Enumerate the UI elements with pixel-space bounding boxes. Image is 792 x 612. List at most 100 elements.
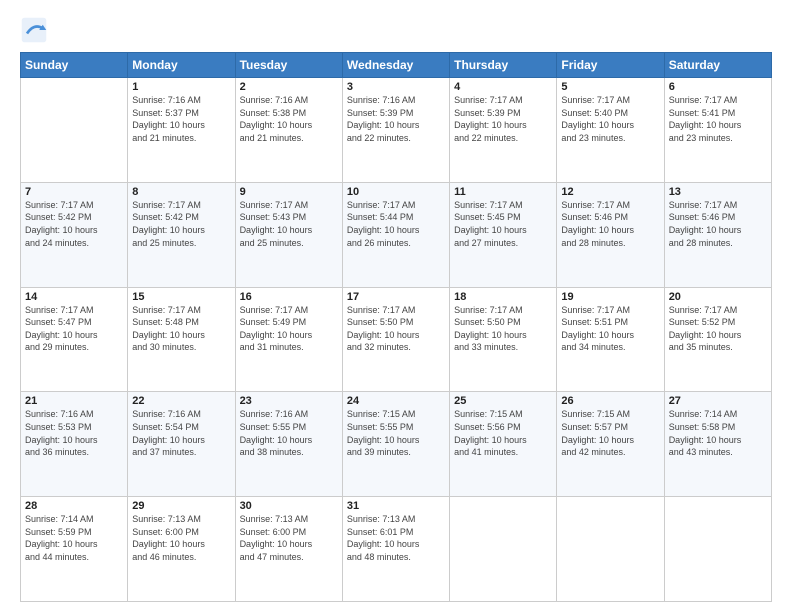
- day-header-monday: Monday: [128, 53, 235, 78]
- calendar-cell: 26Sunrise: 7:15 AM Sunset: 5:57 PM Dayli…: [557, 392, 664, 497]
- day-number: 31: [347, 500, 445, 512]
- calendar-cell: 11Sunrise: 7:17 AM Sunset: 5:45 PM Dayli…: [450, 182, 557, 287]
- day-number: 11: [454, 186, 552, 198]
- calendar-header-row: SundayMondayTuesdayWednesdayThursdayFrid…: [21, 53, 772, 78]
- calendar-cell: 14Sunrise: 7:17 AM Sunset: 5:47 PM Dayli…: [21, 287, 128, 392]
- day-number: 14: [25, 291, 123, 303]
- day-info: Sunrise: 7:13 AM Sunset: 6:01 PM Dayligh…: [347, 513, 445, 563]
- day-info: Sunrise: 7:17 AM Sunset: 5:48 PM Dayligh…: [132, 304, 230, 354]
- week-row-5: 28Sunrise: 7:14 AM Sunset: 5:59 PM Dayli…: [21, 497, 772, 602]
- day-number: 26: [561, 395, 659, 407]
- calendar-cell: 29Sunrise: 7:13 AM Sunset: 6:00 PM Dayli…: [128, 497, 235, 602]
- day-info: Sunrise: 7:14 AM Sunset: 5:59 PM Dayligh…: [25, 513, 123, 563]
- day-info: Sunrise: 7:17 AM Sunset: 5:42 PM Dayligh…: [132, 199, 230, 249]
- day-info: Sunrise: 7:15 AM Sunset: 5:56 PM Dayligh…: [454, 408, 552, 458]
- calendar-table: SundayMondayTuesdayWednesdayThursdayFrid…: [20, 52, 772, 602]
- day-header-saturday: Saturday: [664, 53, 771, 78]
- calendar-cell: 15Sunrise: 7:17 AM Sunset: 5:48 PM Dayli…: [128, 287, 235, 392]
- day-info: Sunrise: 7:17 AM Sunset: 5:50 PM Dayligh…: [454, 304, 552, 354]
- day-number: 29: [132, 500, 230, 512]
- day-header-wednesday: Wednesday: [342, 53, 449, 78]
- day-number: 25: [454, 395, 552, 407]
- day-number: 15: [132, 291, 230, 303]
- calendar-cell: 22Sunrise: 7:16 AM Sunset: 5:54 PM Dayli…: [128, 392, 235, 497]
- calendar-cell: 19Sunrise: 7:17 AM Sunset: 5:51 PM Dayli…: [557, 287, 664, 392]
- day-number: 20: [669, 291, 767, 303]
- week-row-3: 14Sunrise: 7:17 AM Sunset: 5:47 PM Dayli…: [21, 287, 772, 392]
- day-info: Sunrise: 7:17 AM Sunset: 5:52 PM Dayligh…: [669, 304, 767, 354]
- calendar-cell: 7Sunrise: 7:17 AM Sunset: 5:42 PM Daylig…: [21, 182, 128, 287]
- day-info: Sunrise: 7:17 AM Sunset: 5:49 PM Dayligh…: [240, 304, 338, 354]
- calendar-cell: 8Sunrise: 7:17 AM Sunset: 5:42 PM Daylig…: [128, 182, 235, 287]
- day-number: 8: [132, 186, 230, 198]
- day-number: 7: [25, 186, 123, 198]
- day-info: Sunrise: 7:17 AM Sunset: 5:47 PM Dayligh…: [25, 304, 123, 354]
- week-row-2: 7 Sunrise: 7:17 AM Sunset: 5:42 PM Daylig…: [21, 182, 772, 287]
- day-info: Sunrise: 7:16 AM Sunset: 5:37 PM Dayligh…: [132, 94, 230, 144]
- day-header-thursday: Thursday: [450, 53, 557, 78]
- calendar-cell: [664, 497, 771, 602]
- day-info: Sunrise: 7:17 AM Sunset: 5:50 PM Dayligh…: [347, 304, 445, 354]
- calendar-cell: 9Sunrise: 7:17 AM Sunset: 5:43 PM Daylig…: [235, 182, 342, 287]
- day-info: Sunrise: 7:17 AM Sunset: 5:51 PM Dayligh…: [561, 304, 659, 354]
- day-number: 4: [454, 81, 552, 93]
- day-header-sunday: Sunday: [21, 53, 128, 78]
- day-number: 16: [240, 291, 338, 303]
- day-info: Sunrise: 7:16 AM Sunset: 5:54 PM Dayligh…: [132, 408, 230, 458]
- week-row-4: 21Sunrise: 7:16 AM Sunset: 5:53 PM Dayli…: [21, 392, 772, 497]
- calendar-cell: [450, 497, 557, 602]
- calendar-cell: 18Sunrise: 7:17 AM Sunset: 5:50 PM Dayli…: [450, 287, 557, 392]
- day-info: Sunrise: 7:13 AM Sunset: 6:00 PM Dayligh…: [132, 513, 230, 563]
- day-info: Sunrise: 7:17 AM Sunset: 5:44 PM Dayligh…: [347, 199, 445, 249]
- day-info: Sunrise: 7:17 AM Sunset: 5:46 PM Dayligh…: [669, 199, 767, 249]
- calendar-cell: 12Sunrise: 7:17 AM Sunset: 5:46 PM Dayli…: [557, 182, 664, 287]
- day-info: Sunrise: 7:17 AM Sunset: 5:40 PM Dayligh…: [561, 94, 659, 144]
- day-number: 6: [669, 81, 767, 93]
- day-info: Sunrise: 7:17 AM Sunset: 5:43 PM Dayligh…: [240, 199, 338, 249]
- day-number: 23: [240, 395, 338, 407]
- calendar-cell: 30Sunrise: 7:13 AM Sunset: 6:00 PM Dayli…: [235, 497, 342, 602]
- day-number: 22: [132, 395, 230, 407]
- calendar-cell: 16Sunrise: 7:17 AM Sunset: 5:49 PM Dayli…: [235, 287, 342, 392]
- calendar-cell: 1Sunrise: 7:16 AM Sunset: 5:37 PM Daylig…: [128, 78, 235, 183]
- calendar-cell: 13Sunrise: 7:17 AM Sunset: 5:46 PM Dayli…: [664, 182, 771, 287]
- day-number: 5: [561, 81, 659, 93]
- calendar-cell: 20Sunrise: 7:17 AM Sunset: 5:52 PM Dayli…: [664, 287, 771, 392]
- day-info: Sunrise: 7:16 AM Sunset: 5:38 PM Dayligh…: [240, 94, 338, 144]
- day-info: Sunrise: 7:16 AM Sunset: 5:39 PM Dayligh…: [347, 94, 445, 144]
- day-info: Sunrise: 7:14 AM Sunset: 5:58 PM Dayligh…: [669, 408, 767, 458]
- day-info: Sunrise: 7:15 AM Sunset: 5:55 PM Dayligh…: [347, 408, 445, 458]
- week-row-1: 1Sunrise: 7:16 AM Sunset: 5:37 PM Daylig…: [21, 78, 772, 183]
- day-number: 21: [25, 395, 123, 407]
- day-number: 27: [669, 395, 767, 407]
- calendar-cell: 3Sunrise: 7:16 AM Sunset: 5:39 PM Daylig…: [342, 78, 449, 183]
- calendar-cell: 27Sunrise: 7:14 AM Sunset: 5:58 PM Dayli…: [664, 392, 771, 497]
- day-number: 19: [561, 291, 659, 303]
- calendar-cell: [21, 78, 128, 183]
- day-info: Sunrise: 7:13 AM Sunset: 6:00 PM Dayligh…: [240, 513, 338, 563]
- calendar-cell: 5Sunrise: 7:17 AM Sunset: 5:40 PM Daylig…: [557, 78, 664, 183]
- day-header-friday: Friday: [557, 53, 664, 78]
- logo-icon: [20, 16, 48, 44]
- day-header-tuesday: Tuesday: [235, 53, 342, 78]
- page: SundayMondayTuesdayWednesdayThursdayFrid…: [0, 0, 792, 612]
- day-number: 30: [240, 500, 338, 512]
- day-number: 17: [347, 291, 445, 303]
- day-info: Sunrise: 7:17 AM Sunset: 5:46 PM Dayligh…: [561, 199, 659, 249]
- logo: [20, 16, 52, 44]
- day-info: Sunrise: 7:17 AM Sunset: 5:41 PM Dayligh…: [669, 94, 767, 144]
- day-number: 18: [454, 291, 552, 303]
- day-number: 13: [669, 186, 767, 198]
- day-number: 24: [347, 395, 445, 407]
- day-info: Sunrise: 7:17 AM Sunset: 5:45 PM Dayligh…: [454, 199, 552, 249]
- header: [20, 16, 772, 44]
- day-number: 28: [25, 500, 123, 512]
- day-number: 3: [347, 81, 445, 93]
- day-number: 9: [240, 186, 338, 198]
- day-info: Sunrise: 7:15 AM Sunset: 5:57 PM Dayligh…: [561, 408, 659, 458]
- calendar-cell: [557, 497, 664, 602]
- calendar-cell: 21Sunrise: 7:16 AM Sunset: 5:53 PM Dayli…: [21, 392, 128, 497]
- calendar-cell: 31Sunrise: 7:13 AM Sunset: 6:01 PM Dayli…: [342, 497, 449, 602]
- calendar-cell: 25Sunrise: 7:15 AM Sunset: 5:56 PM Dayli…: [450, 392, 557, 497]
- calendar-cell: 4Sunrise: 7:17 AM Sunset: 5:39 PM Daylig…: [450, 78, 557, 183]
